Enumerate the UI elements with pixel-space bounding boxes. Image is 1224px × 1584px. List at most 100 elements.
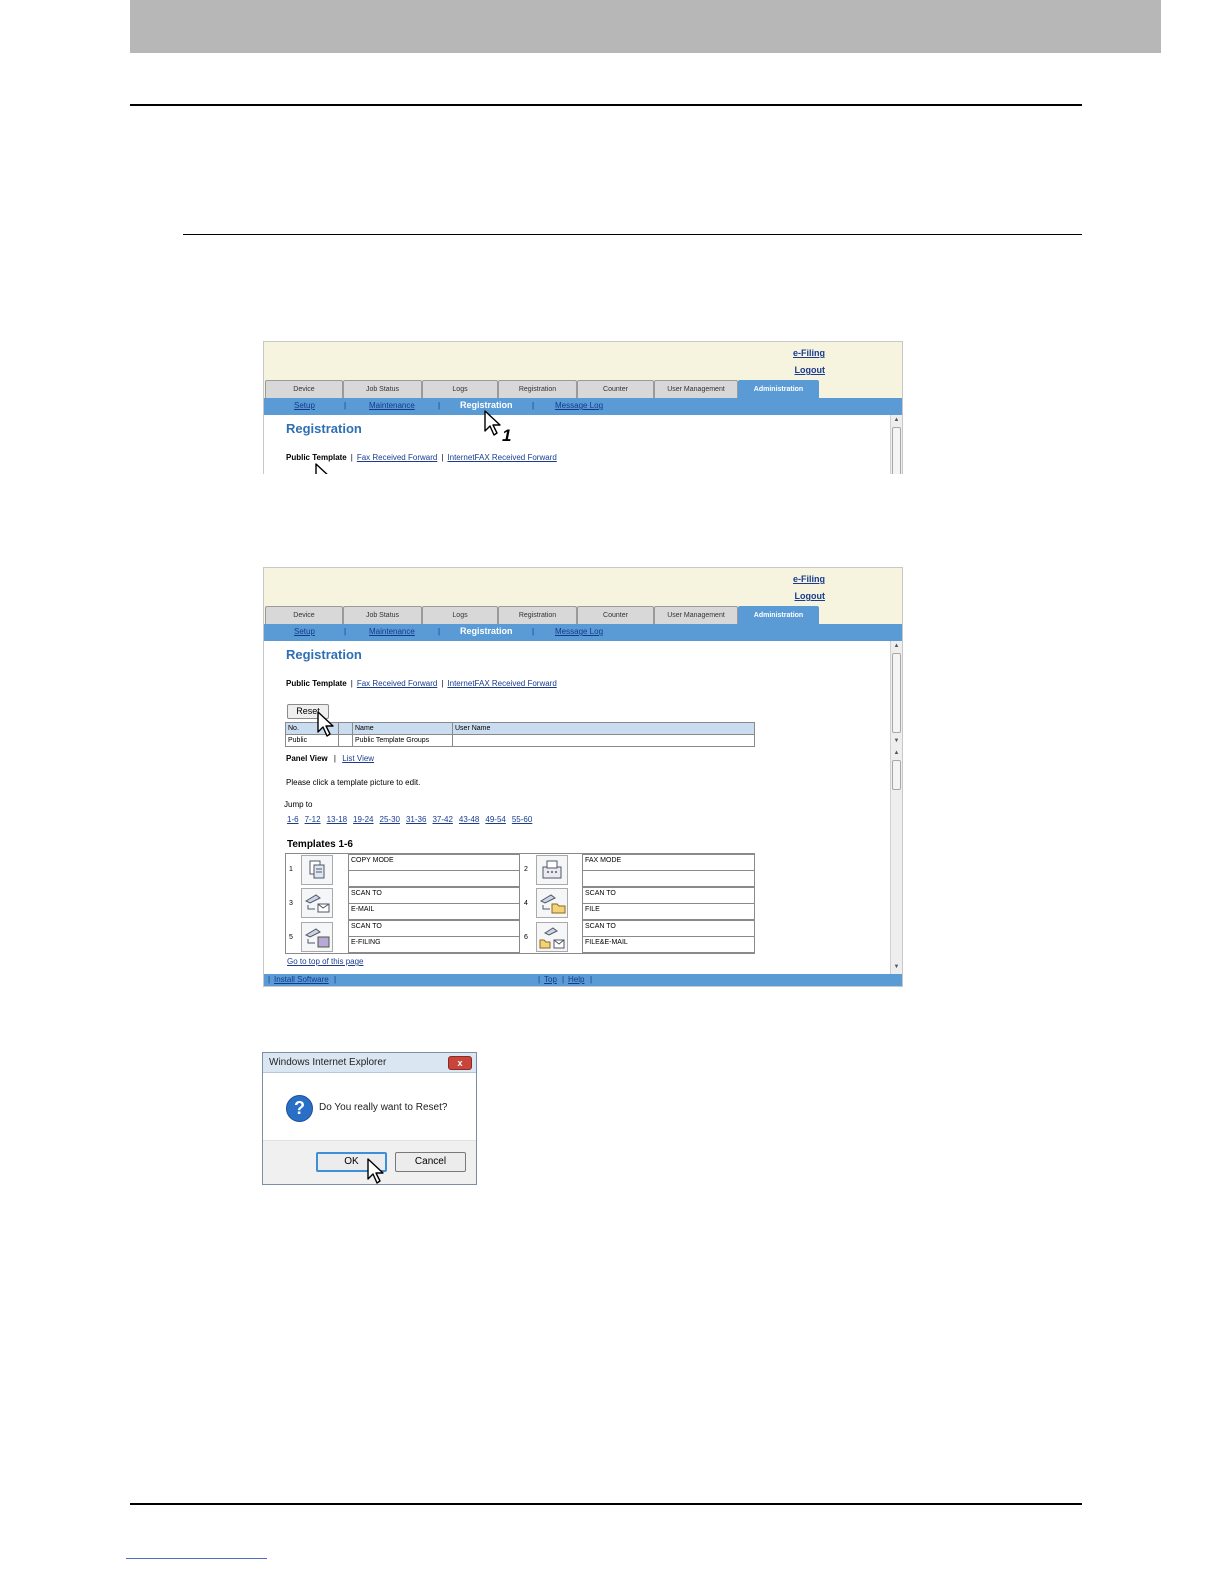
tab-user-management[interactable]: User Management bbox=[654, 606, 738, 624]
bottom-rule bbox=[130, 1503, 1082, 1505]
subnav-message-log[interactable]: Message Log bbox=[555, 401, 603, 410]
help-link[interactable]: Help bbox=[568, 975, 584, 984]
jump-link[interactable]: 13-18 bbox=[327, 815, 347, 824]
template-name-cell[interactable]: SCAN TO bbox=[582, 920, 755, 937]
template-name-cell[interactable]: E-MAIL bbox=[348, 903, 520, 920]
template-name-cell[interactable]: SCAN TO bbox=[348, 887, 520, 904]
tab-counter[interactable]: Counter bbox=[577, 380, 654, 398]
template-name-line1: COPY MODE bbox=[351, 857, 394, 864]
tab-logs[interactable]: Logs bbox=[422, 606, 498, 624]
scan-to-file-email-icon[interactable] bbox=[536, 922, 568, 952]
subnav-separator: | bbox=[438, 627, 441, 636]
subtab-separator: | bbox=[441, 679, 444, 688]
list-view-link[interactable]: List View bbox=[342, 754, 374, 763]
fax-mode-icon[interactable] bbox=[536, 855, 568, 885]
scroll-thumb[interactable] bbox=[892, 760, 901, 790]
footer-separator: | bbox=[334, 975, 337, 984]
e-filing-link[interactable]: e-Filing bbox=[793, 348, 825, 358]
table-cell[interactable]: Public Template Groups bbox=[352, 734, 453, 747]
tab-administration[interactable]: Administration bbox=[738, 380, 819, 398]
cancel-button[interactable]: Cancel bbox=[395, 1152, 466, 1172]
tab-job-status[interactable]: Job Status bbox=[343, 380, 422, 398]
vertical-scrollbar[interactable]: ▲ bbox=[890, 415, 902, 474]
template-name-line2: E-FILING bbox=[351, 939, 381, 946]
tab-user-management[interactable]: User Management bbox=[654, 380, 738, 398]
jump-link[interactable]: 1-6 bbox=[287, 815, 299, 824]
tab-administration[interactable]: Administration bbox=[738, 606, 819, 624]
vertical-scrollbar[interactable]: ▲ ▼ ▲ ▼ bbox=[890, 641, 902, 974]
subnav-registration[interactable]: Registration bbox=[460, 626, 513, 636]
jump-link[interactable]: 37-42 bbox=[432, 815, 452, 824]
tab-device[interactable]: Device bbox=[265, 380, 343, 398]
tab-job-status[interactable]: Job Status bbox=[343, 606, 422, 624]
tab-registration[interactable]: Registration bbox=[498, 380, 577, 398]
table-row[interactable]: Public Public Template Groups bbox=[285, 734, 755, 747]
top-link[interactable]: Top bbox=[544, 975, 557, 984]
column-header: User Name bbox=[452, 722, 755, 735]
template-name-line1: SCAN TO bbox=[585, 890, 616, 897]
scroll-down-icon[interactable]: ▼ bbox=[891, 737, 902, 746]
template-name-cell[interactable]: SCAN TO bbox=[348, 920, 520, 937]
tab-counter[interactable]: Counter bbox=[577, 606, 654, 624]
subnav-setup[interactable]: Setup bbox=[294, 627, 315, 636]
dialog-message: Do You really want to Reset? bbox=[319, 1102, 448, 1113]
template-name-cell[interactable]: FAX MODE bbox=[582, 854, 755, 871]
subtab-fax-received-forward[interactable]: Fax Received Forward bbox=[357, 453, 437, 462]
jump-link[interactable]: 55-60 bbox=[512, 815, 532, 824]
jump-link[interactable]: 25-30 bbox=[380, 815, 400, 824]
close-icon[interactable]: x bbox=[448, 1056, 472, 1070]
subnav-message-log[interactable]: Message Log bbox=[555, 627, 603, 636]
footer-separator: | bbox=[562, 975, 565, 984]
logout-link[interactable]: Logout bbox=[795, 591, 826, 601]
callout-number: 1 bbox=[502, 426, 512, 445]
subnav-maintenance[interactable]: Maintenance bbox=[369, 401, 415, 410]
scan-to-efiling-icon[interactable] bbox=[301, 922, 333, 952]
scan-to-email-icon[interactable] bbox=[301, 888, 333, 918]
subtab-public-template[interactable]: Public Template bbox=[286, 453, 347, 462]
instruction-text: Please click a template picture to edit. bbox=[286, 778, 421, 787]
subtab-fax-received-forward[interactable]: Fax Received Forward bbox=[357, 679, 437, 688]
copy-mode-icon[interactable] bbox=[301, 855, 333, 885]
jump-link[interactable]: 43-48 bbox=[459, 815, 479, 824]
tab-logs[interactable]: Logs bbox=[422, 380, 498, 398]
go-to-top-link[interactable]: Go to top of this page bbox=[287, 957, 364, 966]
subnav-setup[interactable]: Setup bbox=[294, 401, 315, 410]
page-title: Registration bbox=[286, 647, 362, 662]
subnav-separator: | bbox=[344, 627, 347, 636]
scroll-up-icon[interactable]: ▲ bbox=[891, 642, 902, 651]
jump-link[interactable]: 19-24 bbox=[353, 815, 373, 824]
subnav-maintenance[interactable]: Maintenance bbox=[369, 627, 415, 636]
template-name-cell[interactable]: E-FILING bbox=[348, 936, 520, 953]
e-filing-link[interactable]: e-Filing bbox=[793, 574, 825, 584]
scan-to-file-icon[interactable] bbox=[536, 888, 568, 918]
template-number: 4 bbox=[524, 900, 528, 907]
template-name-cell[interactable]: SCAN TO bbox=[582, 887, 755, 904]
template-name-line1: FAX MODE bbox=[585, 857, 622, 864]
template-number: 2 bbox=[524, 866, 528, 873]
subtab-internetfax-received-forward[interactable]: InternetFAX Received Forward bbox=[447, 453, 556, 462]
install-software-link[interactable]: Install Software bbox=[274, 975, 329, 984]
template-name-cell[interactable] bbox=[582, 870, 755, 887]
jump-link[interactable]: 31-36 bbox=[406, 815, 426, 824]
template-number: 6 bbox=[524, 934, 528, 941]
page-title: Registration bbox=[286, 421, 362, 436]
scroll-down-icon[interactable]: ▼ bbox=[891, 963, 902, 972]
scroll-thumb[interactable] bbox=[892, 653, 901, 733]
template-name-cell[interactable]: FILE bbox=[582, 903, 755, 920]
logout-link[interactable]: Logout bbox=[795, 365, 826, 375]
template-name-cell[interactable]: FILE&E-MAIL bbox=[582, 936, 755, 953]
subtab-public-template[interactable]: Public Template bbox=[286, 679, 347, 688]
jump-link[interactable]: 49-54 bbox=[485, 815, 505, 824]
template-number: 3 bbox=[289, 900, 293, 907]
panel-view-label[interactable]: Panel View bbox=[286, 754, 328, 763]
template-name-cell[interactable]: COPY MODE bbox=[348, 854, 520, 871]
scroll-thumb[interactable] bbox=[892, 427, 901, 474]
template-name-cell[interactable] bbox=[348, 870, 520, 887]
subnav-separator: | bbox=[532, 627, 535, 636]
jump-link[interactable]: 7-12 bbox=[305, 815, 321, 824]
tab-registration[interactable]: Registration bbox=[498, 606, 577, 624]
scroll-up-icon[interactable]: ▲ bbox=[891, 416, 902, 425]
tab-device[interactable]: Device bbox=[265, 606, 343, 624]
scroll-up-icon[interactable]: ▲ bbox=[891, 749, 902, 758]
subtab-internetfax-received-forward[interactable]: InternetFAX Received Forward bbox=[447, 679, 556, 688]
